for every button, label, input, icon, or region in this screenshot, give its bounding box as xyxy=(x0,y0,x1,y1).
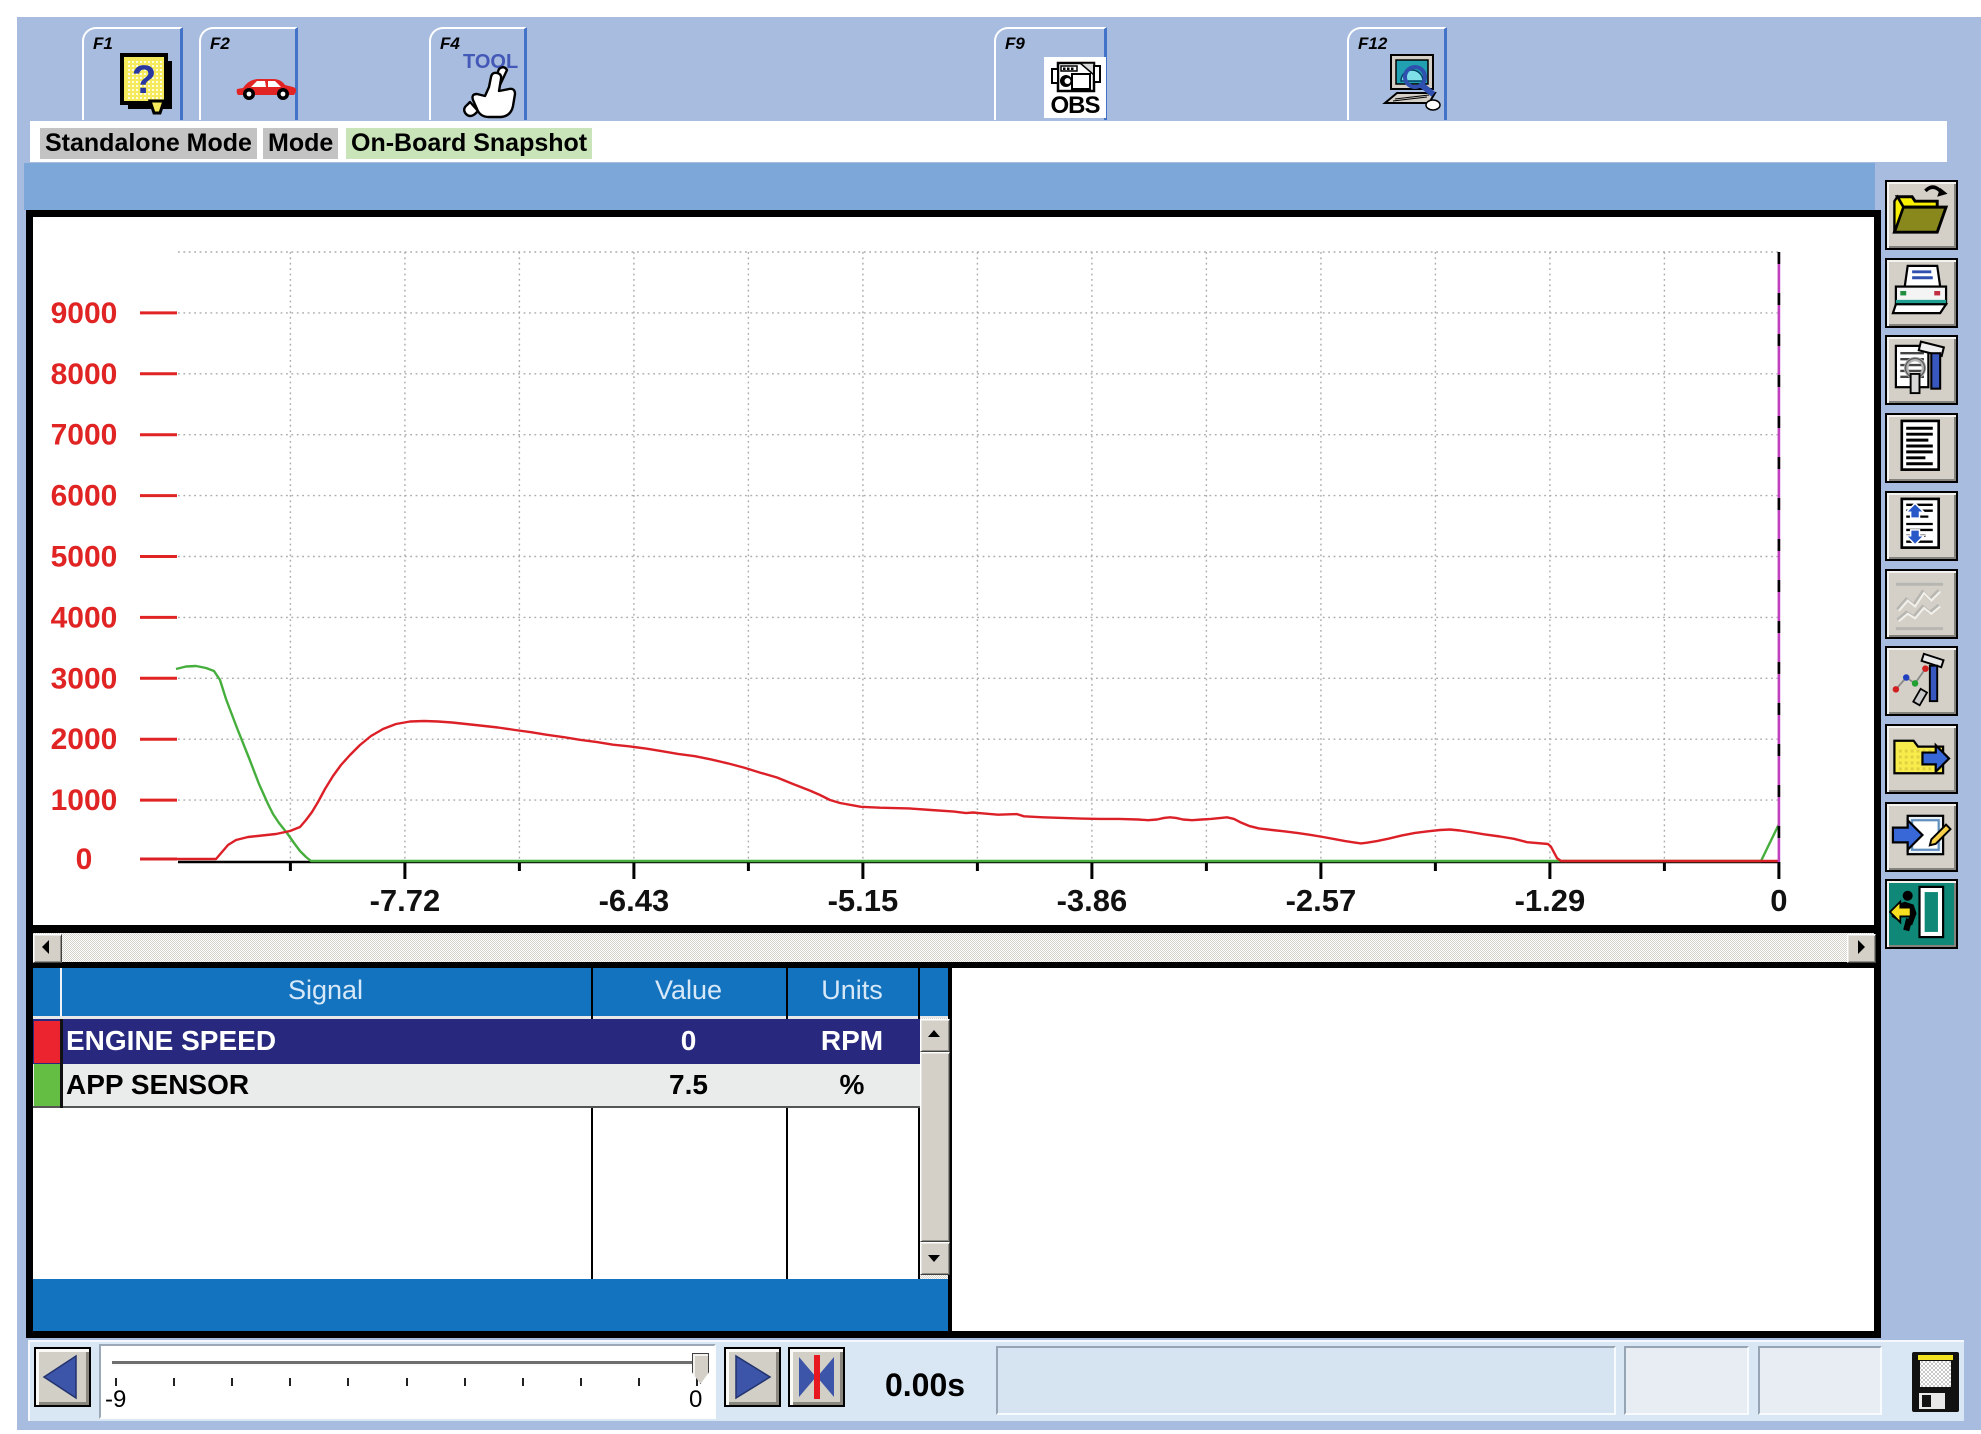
svg-text:4000: 4000 xyxy=(51,601,118,634)
svg-text:7000: 7000 xyxy=(51,419,118,452)
svg-text:5000: 5000 xyxy=(51,541,118,574)
svg-text:-2.57: -2.57 xyxy=(1286,883,1357,918)
svg-text:0: 0 xyxy=(1770,883,1787,918)
svg-text:-3.86: -3.86 xyxy=(1057,883,1128,918)
svg-text:-7.72: -7.72 xyxy=(370,883,441,918)
svg-text:9000: 9000 xyxy=(51,297,118,330)
svg-text:OBS: OBS xyxy=(1050,92,1100,118)
svg-text:3000: 3000 xyxy=(51,662,118,695)
svg-text:?: ? xyxy=(132,58,156,102)
svg-text:0: 0 xyxy=(76,843,93,876)
svg-text:-1.29: -1.29 xyxy=(1515,883,1586,918)
svg-text:6000: 6000 xyxy=(51,480,118,513)
svg-text:8000: 8000 xyxy=(51,358,118,391)
svg-text:-5.15: -5.15 xyxy=(828,883,899,918)
svg-text:1000: 1000 xyxy=(51,784,118,817)
svg-text:2000: 2000 xyxy=(51,723,118,756)
svg-text:-6.43: -6.43 xyxy=(599,883,670,918)
